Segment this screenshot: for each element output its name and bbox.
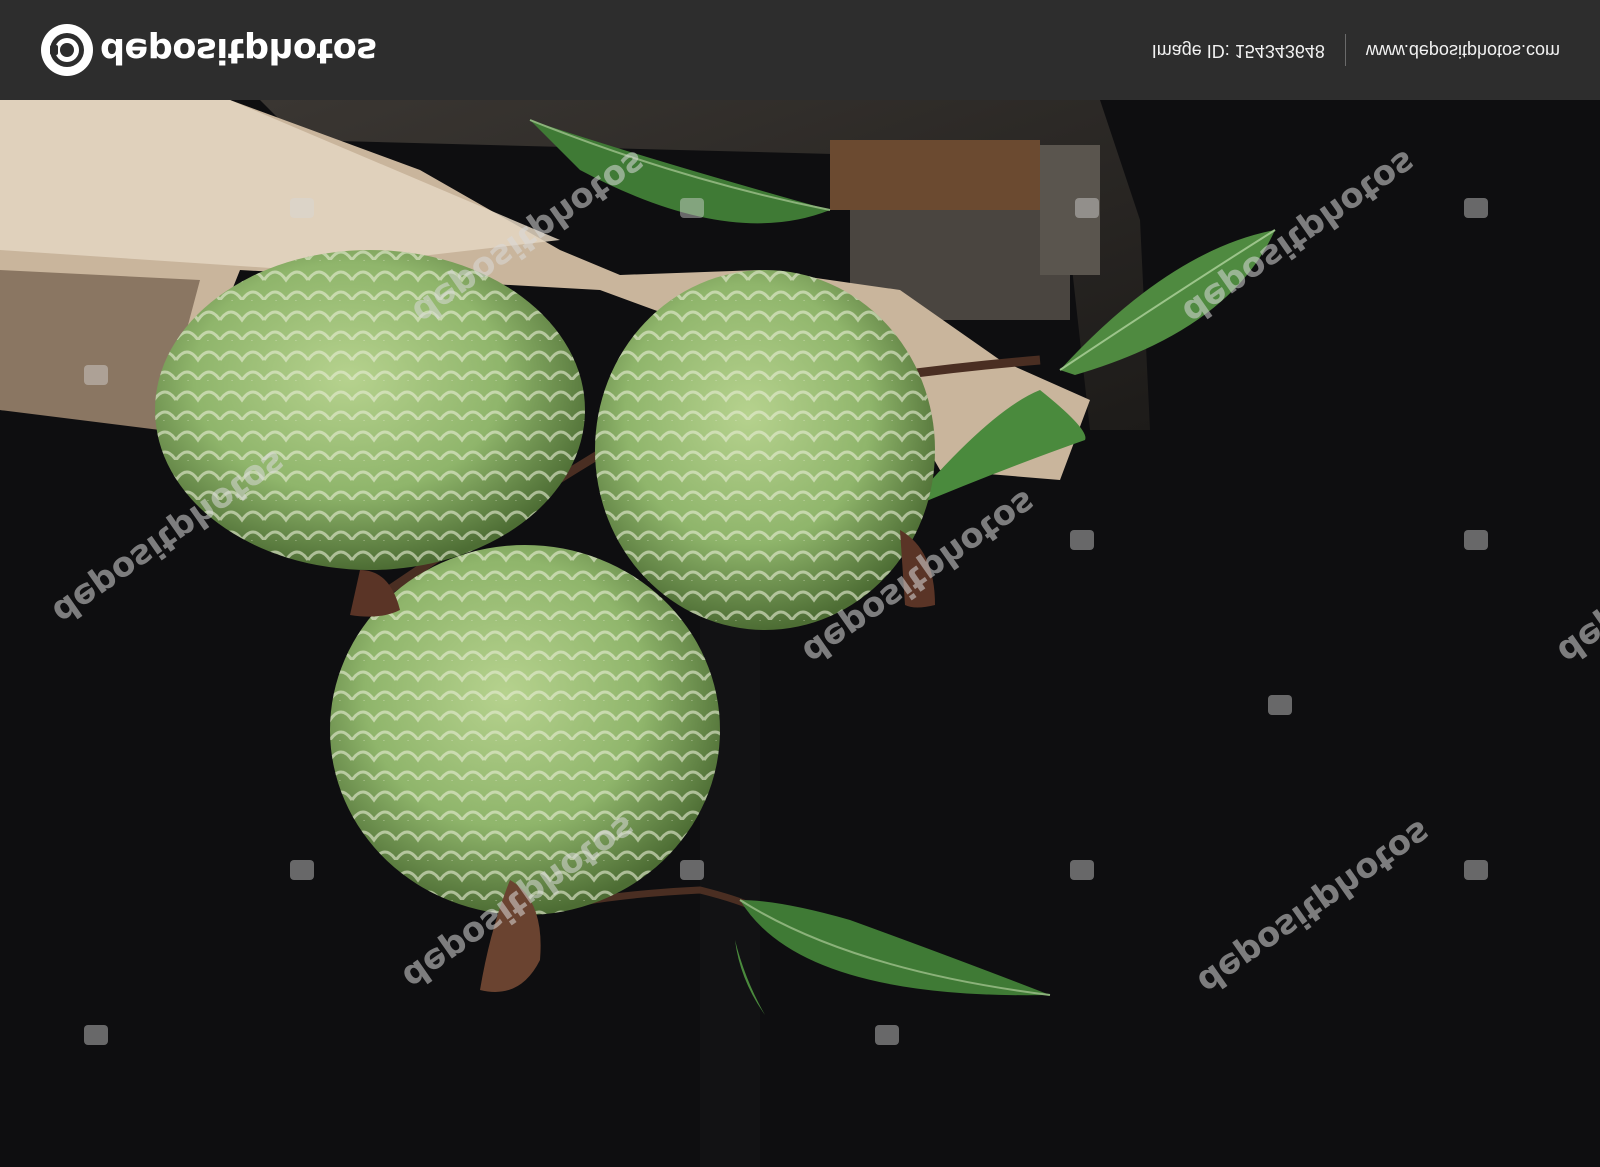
camera-icon	[41, 24, 93, 76]
stock-photo: depositphotos depositphotos depositphoto…	[0, 100, 1600, 1167]
header-bar: depositphotos Image ID: 154343648 www.de…	[0, 0, 1600, 100]
brand-logo[interactable]: depositphotos	[40, 22, 377, 78]
brand-name: depositphotos	[100, 30, 377, 70]
image-id: Image ID: 154343648	[1151, 40, 1325, 61]
site-url[interactable]: www.depositphotos.com	[1366, 40, 1560, 61]
header-divider	[1344, 34, 1346, 66]
fruit-upper-right	[595, 270, 935, 630]
header-meta: Image ID: 154343648 www.depositphotos.co…	[1152, 34, 1560, 66]
